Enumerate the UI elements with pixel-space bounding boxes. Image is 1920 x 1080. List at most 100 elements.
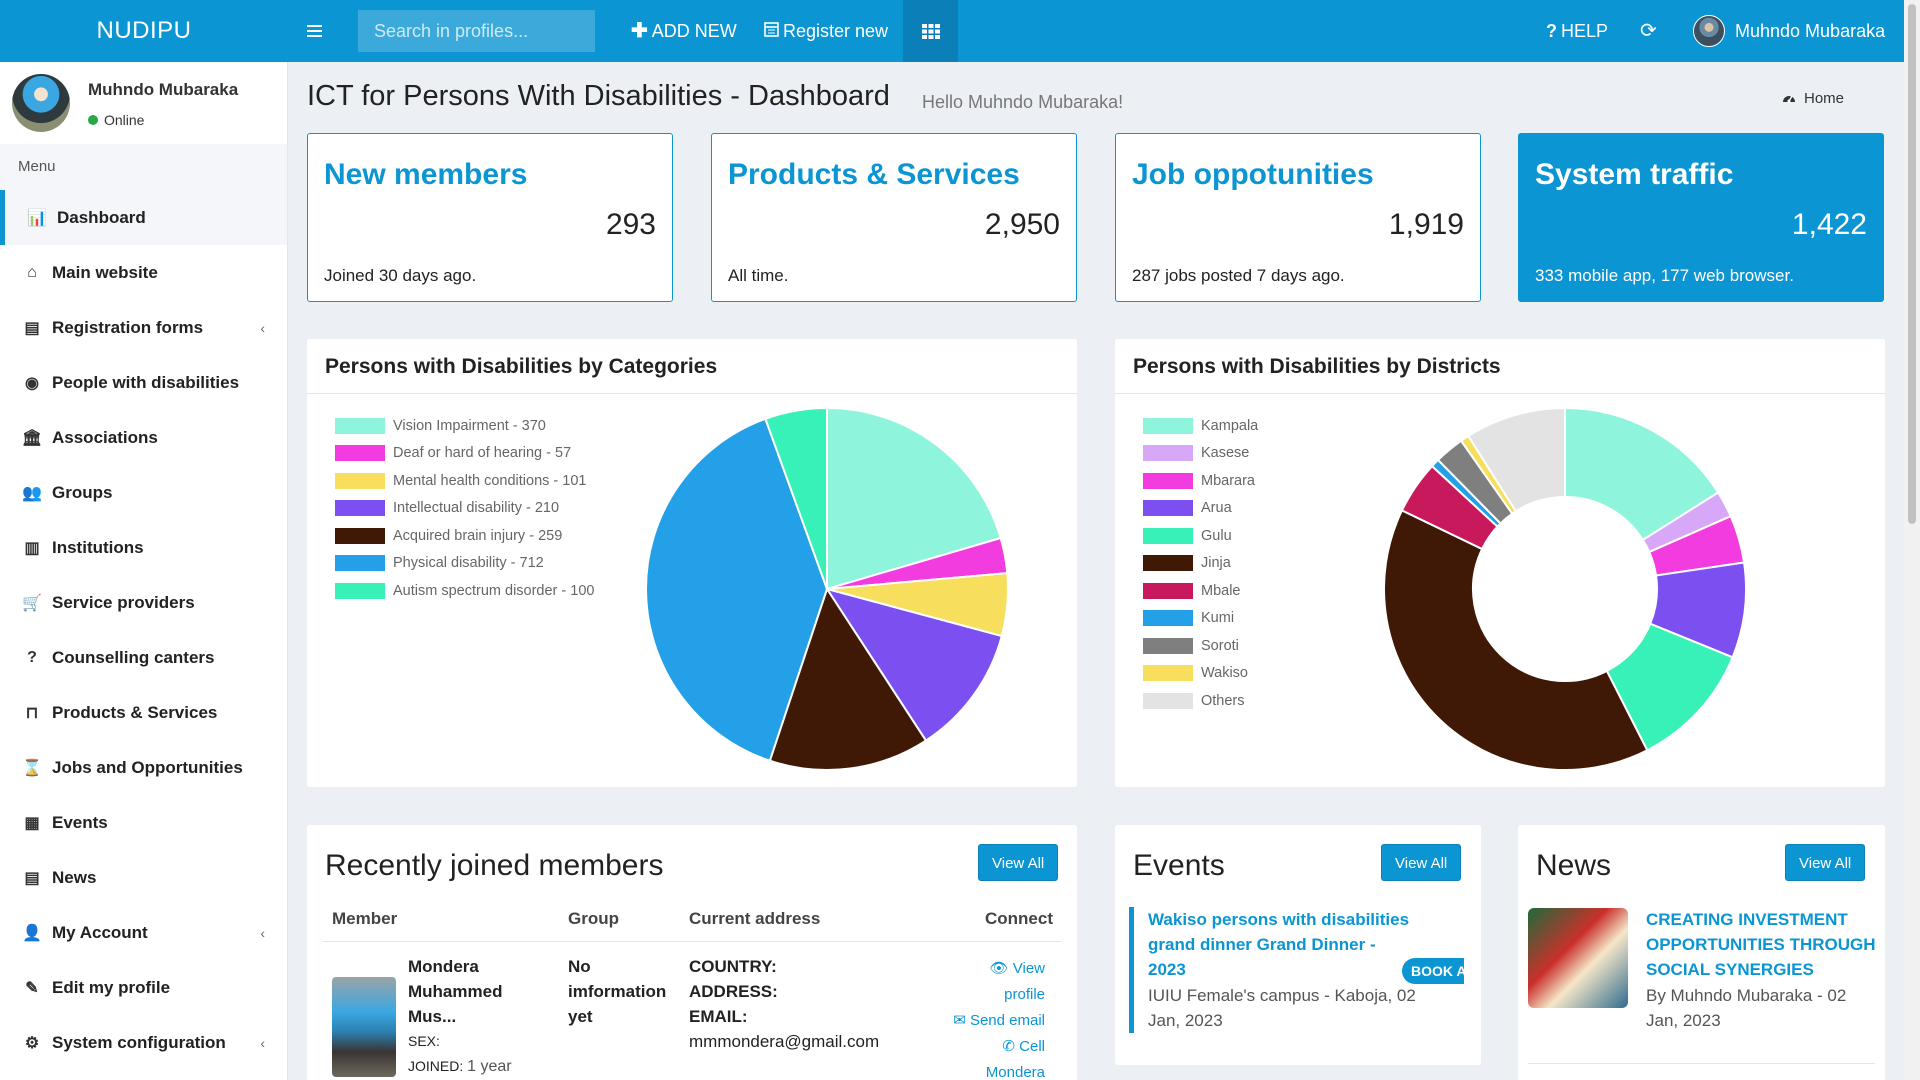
divider <box>1528 1063 1875 1064</box>
view-all-news-button[interactable]: View All <box>1785 844 1866 881</box>
member-sex-label: SEX: <box>408 1033 440 1049</box>
legend-swatch <box>335 527 385 544</box>
member-email: mmmondera@gmail.com <box>689 1032 880 1051</box>
search-input[interactable] <box>358 10 595 52</box>
add-new-button[interactable]: ✚ ADD NEW <box>631 0 737 62</box>
register-new-label: Register new <box>783 21 889 41</box>
connect-links: 👁 View profile ✉ Send email ✆ Cell Monde… <box>947 956 1045 1080</box>
sidebar-item-label: Groups <box>52 482 113 502</box>
send-email-link[interactable]: ✉ Send email <box>947 1008 1045 1034</box>
news-card: News View All CREATING INVESTMENT OPPORT… <box>1518 825 1885 1080</box>
legend-item[interactable]: Gulu <box>1143 522 1258 550</box>
legend-item[interactable]: Acquired brain injury - 259 <box>335 522 594 550</box>
eye-icon: 👁 <box>989 960 1009 977</box>
help-button[interactable]: ? HELP <box>1546 0 1608 62</box>
legend-label: Mbarara <box>1201 472 1255 489</box>
cogs-icon: ⚙ <box>24 1034 40 1052</box>
register-new-button[interactable]: Register new <box>764 0 888 62</box>
status-label: Online <box>104 112 145 128</box>
page-scrollbar[interactable] <box>1904 0 1920 1080</box>
sidebar-toggle-icon[interactable] <box>300 17 328 45</box>
stat-footnote: Joined 30 days ago. <box>324 266 477 285</box>
donut-chart <box>1385 406 1747 771</box>
sidebar-item-registration-forms[interactable]: ▤ Registration forms ‹ <box>0 300 287 355</box>
stat-system-traffic[interactable]: System traffic 1,422 333 mobile app, 177… <box>1518 133 1884 302</box>
stat-value: 1,919 <box>1388 208 1464 241</box>
sidebar-item-dashboard[interactable]: 📊 Dashboard <box>0 190 287 245</box>
joined-value: 1 year <box>467 1058 512 1075</box>
sidebar-item-products-services[interactable]: ⊓ Products & Services <box>0 685 287 740</box>
card-title: News <box>1536 849 1612 882</box>
member-name[interactable]: Mondera Muhammed Mus... <box>408 954 528 1029</box>
legend-swatch <box>1143 472 1193 489</box>
legend-item[interactable]: Mbarara <box>1143 467 1258 495</box>
sidebar-item-label: Edit my profile <box>52 977 171 997</box>
sidebar-item-news[interactable]: ▤ News <box>0 850 287 905</box>
news-thumbnail[interactable] <box>1528 908 1628 1008</box>
news-title[interactable]: CREATING INVESTMENT OPPORTUNITIES THROUG… <box>1646 907 1876 982</box>
user-panel: Muhndo Mubaraka Online <box>0 62 287 144</box>
legend-swatch <box>335 417 385 434</box>
legend-item[interactable]: Physical disability - 712 <box>335 550 594 578</box>
apps-grid-button[interactable] <box>903 0 958 62</box>
book-seat-button[interactable]: BOOK A SEAT <box>1402 958 1464 984</box>
calendar-icon: ▦ <box>24 814 40 832</box>
sidebar-item-jobs-and-opportunities[interactable]: ⌛ Jobs and Opportunities <box>0 740 287 795</box>
view-profile-label: View profile <box>1004 960 1045 1003</box>
breadcrumb-home[interactable]: Home <box>1804 90 1844 107</box>
sidebar-item-edit-my-profile[interactable]: ✎ Edit my profile <box>0 960 287 1015</box>
pie-slice[interactable] <box>1385 509 1649 771</box>
event-title[interactable]: Wakiso persons with disabilities grand d… <box>1148 907 1418 982</box>
legend-item[interactable]: Jinja <box>1143 550 1258 578</box>
legend-item[interactable]: Deaf or hard of hearing - 57 <box>335 440 594 468</box>
joined-label: JOINED: <box>408 1058 464 1074</box>
sidebar-item-institutions[interactable]: ▥ Institutions <box>0 520 287 575</box>
sidebar-item-system-configuration[interactable]: ⚙ System configuration ‹ <box>0 1015 287 1070</box>
legend-item[interactable]: Kumi <box>1143 605 1258 633</box>
refresh-icon[interactable]: ⟳ <box>1640 0 1657 62</box>
call-link[interactable]: ✆ Cell Mondera <box>947 1034 1045 1080</box>
sidebar-item-service-providers[interactable]: 🛒 Service providers <box>0 575 287 630</box>
avatar <box>12 74 70 132</box>
hourglass-icon: ⌛ <box>22 759 42 777</box>
legend-item[interactable]: Others <box>1143 687 1258 715</box>
brand-logo[interactable]: NUDIPU <box>0 0 288 62</box>
legend-item[interactable]: Autism spectrum disorder - 100 <box>335 577 594 605</box>
legend-swatch <box>335 500 385 517</box>
chevron-left-icon: ‹ <box>260 924 265 941</box>
sidebar-item-people-with-disabilities[interactable]: ◉ People with disabilities <box>0 355 287 410</box>
legend-item[interactable]: Vision Impairment - 370 <box>335 412 594 440</box>
view-profile-link[interactable]: 👁 View profile <box>947 956 1045 1008</box>
sidebar-item-counselling-canters[interactable]: ? Counselling canters <box>0 630 287 685</box>
user-menu[interactable]: Muhndo Mubaraka <box>1693 15 1885 47</box>
legend-item[interactable]: Wakiso <box>1143 660 1258 688</box>
sidebar-item-groups[interactable]: 👥 Groups <box>0 465 287 520</box>
sidebar-item-associations[interactable]: 🏛 Associations <box>0 410 287 465</box>
stat-job-opportunities[interactable]: Job oppotunities 1,919 287 jobs posted 7… <box>1115 133 1481 302</box>
sidebar-item-label: Main website <box>52 262 158 282</box>
legend-item[interactable]: Kasese <box>1143 440 1258 468</box>
envelope-icon: ✉ <box>953 1012 966 1029</box>
column-header: Member <box>332 909 398 928</box>
view-all-events-button[interactable]: View All <box>1381 844 1462 881</box>
sidebar-item-main-website[interactable]: ⌂ Main website <box>0 245 287 300</box>
legend-item[interactable]: Mental health conditions - 101 <box>335 467 594 495</box>
form-icon <box>764 0 779 62</box>
sidebar-item-label: Registration forms <box>52 317 204 337</box>
view-all-members-button[interactable]: View All <box>978 844 1059 881</box>
legend-item[interactable]: Arua <box>1143 495 1258 523</box>
scrollbar-thumb[interactable] <box>1908 4 1916 524</box>
sidebar-item-my-account[interactable]: 👤 My Account ‹ <box>0 905 287 960</box>
legend-label: Wakiso <box>1201 665 1248 682</box>
stat-new-members[interactable]: New members 293 Joined 30 days ago. <box>307 133 673 302</box>
chart-card-districts: Persons with Disabilities by Districts K… <box>1115 339 1885 787</box>
legend-swatch <box>1143 637 1193 654</box>
sidebar-item-events[interactable]: ▦ Events <box>0 795 287 850</box>
legend-item[interactable]: Soroti <box>1143 632 1258 660</box>
stat-products-services[interactable]: Products & Services 2,950 All time. <box>711 133 1077 302</box>
legend-swatch <box>1143 610 1193 627</box>
legend-item[interactable]: Mbale <box>1143 577 1258 605</box>
legend-item[interactable]: Kampala <box>1143 412 1258 440</box>
legend-item[interactable]: Intellectual disability - 210 <box>335 495 594 523</box>
legend-label: Acquired brain injury - 259 <box>393 527 563 544</box>
